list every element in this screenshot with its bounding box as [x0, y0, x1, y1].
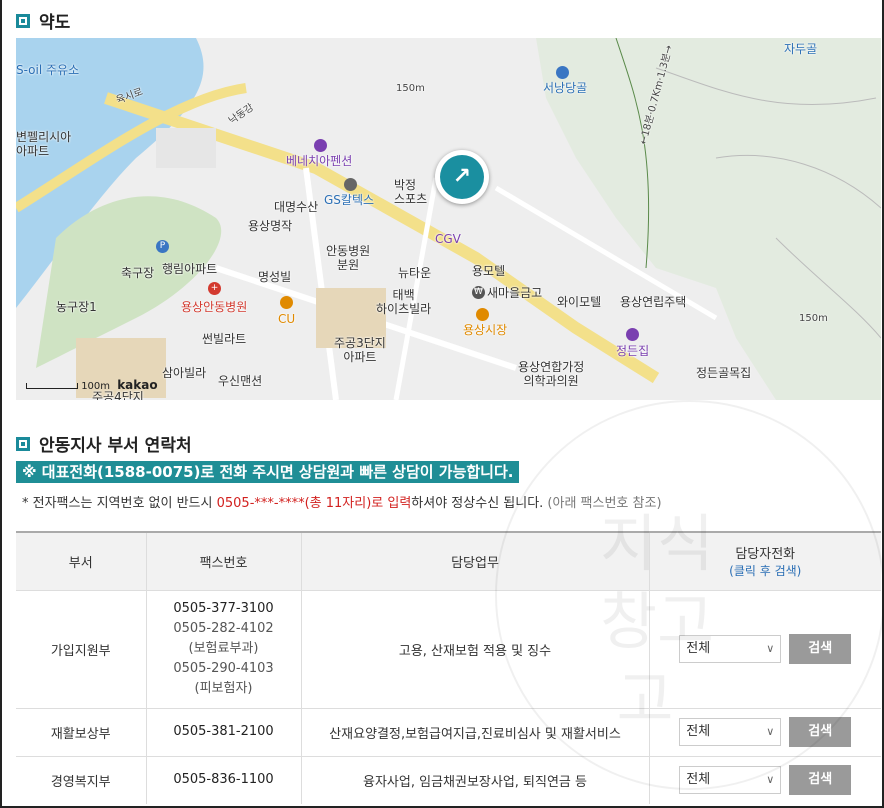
label-seonangdanggol: 서낭당골 [543, 81, 588, 95]
label-altitude-a: 150m [396, 83, 425, 94]
convenience-store-icon [280, 296, 293, 309]
mountain-icon [556, 66, 569, 79]
label-samavilla: 삼아빌라 [162, 366, 207, 380]
search-button[interactable]: 검색 [789, 765, 852, 796]
label-yongsang-myeongjak: 용상명작 [248, 219, 293, 233]
map-view[interactable]: S-oil 주유소 자두골 서낭당골 ←18분·0.7Km·1.3분→ 150m… [16, 38, 881, 400]
header-phone: 담당자전화 (클릭 후 검색) [648, 531, 881, 590]
header-fax: 팩스번호 [145, 531, 301, 590]
label-jeongdeungol: 정든골목집 [696, 366, 752, 380]
efax-note: * 전자팩스는 지역번호 없이 반드시 0505-***-****(총 11자리… [22, 496, 662, 511]
label-motel: 용모텔 [472, 264, 506, 278]
gas-station-icon [344, 178, 357, 191]
chevron-down-icon: ∨ [766, 773, 775, 787]
label-saemaeul: 새마을금고 [487, 286, 543, 300]
label-andong-hospital-branch: 안동병원 분원 [326, 244, 371, 272]
label-cgv: CGV [435, 232, 461, 246]
label-market: 용상시장 [463, 323, 508, 337]
table-row: 가입지원부 0505-377-3100 0505-282-4102 (보험료부과… [16, 589, 881, 708]
kakao-logo: kakao [117, 378, 158, 392]
staff-select[interactable]: 전체 ∨ [679, 766, 782, 795]
label-soil: S-oil 주유소 [16, 63, 80, 77]
square-bullet-icon [16, 436, 30, 451]
label-daemyeong: 대명수산 [274, 200, 319, 214]
location-pin-icon[interactable]: ↗ [435, 150, 489, 204]
table-row: 경영복지부 0505-836-1100 융자사업, 임금채권보장사업, 퇴직연금… [16, 755, 881, 804]
staff-select[interactable]: 전체 ∨ [679, 635, 782, 663]
label-cu: CU [278, 312, 296, 326]
label-usinmansion: 우신맨션 [218, 374, 263, 388]
label-haenglim: 행림아파트 [162, 262, 218, 276]
pension-icon [314, 139, 327, 152]
label-venezia: 베네치아펜션 [286, 154, 353, 168]
square-bullet-icon [16, 13, 30, 28]
label-jugong3: 주공3단지 아파트 [334, 336, 386, 364]
contact-table: 부서 팩스번호 담당업무 담당자전화 (클릭 후 검색) 가입지원부 0505-… [16, 531, 881, 804]
label-yeonrip: 용상연립주택 [620, 295, 687, 309]
label-chukgujang: 축구장 [121, 266, 155, 280]
table-row: 재활보상부 0505-381-2100 산재요양결정,보험급여지급,진료비심사 … [16, 707, 881, 756]
label-jadugol: 자두골 [784, 42, 818, 56]
contact-section-title: 안동지사 부서 연락처 [16, 431, 192, 456]
label-myeongseong: 명성빌 [258, 270, 292, 284]
label-waimotel: 와이모텔 [557, 295, 602, 309]
label-nonggujang: 농구장1 [56, 300, 97, 314]
parking-icon: P [156, 240, 169, 253]
chevron-down-icon: ∨ [766, 725, 775, 738]
restaurant-icon [626, 328, 639, 341]
label-hospital: 용상안동병원 [181, 300, 248, 314]
table-header-row: 부서 팩스번호 담당업무 담당자전화 (클릭 후 검색) [16, 531, 881, 590]
map-background [16, 38, 881, 400]
header-phone-sub: (클릭 후 검색) [729, 564, 802, 579]
bank-icon: ₩ [472, 286, 485, 299]
map-scale: 100m kakao [26, 378, 158, 392]
chevron-down-icon: ∨ [766, 642, 775, 655]
search-button[interactable]: 검색 [789, 634, 852, 664]
search-button[interactable]: 검색 [789, 717, 852, 747]
header-duty: 담당업무 [300, 531, 649, 590]
market-icon [476, 308, 489, 321]
label-philadelphia: 변펠리시아 아파트 [16, 130, 72, 158]
label-gscaltex: GS칼텍스 [324, 193, 375, 207]
label-jeongdeun: 정든집 [616, 344, 650, 358]
representative-phone-banner: ※ 대표전화(1588-0075)로 전화 주시면 상담원과 빠른 상담이 가능… [16, 461, 520, 483]
label-yeonhap-clinic: 용상연합가정 의학과의원 [518, 360, 585, 388]
staff-select[interactable]: 전체 ∨ [679, 718, 782, 746]
map-section-title: 약도 [16, 8, 70, 33]
label-newtown: 뉴타운 [398, 266, 432, 280]
label-altitude-b: 150m [799, 313, 828, 324]
label-park-sports: 박정 스포츠 [394, 178, 428, 206]
scale-bar [26, 383, 78, 389]
label-ssenville: 썬빌라트 [202, 332, 247, 346]
hospital-icon: + [208, 282, 221, 295]
label-taebaek: 태백 하이츠빌라 [376, 288, 432, 316]
header-dept: 부서 [16, 531, 146, 590]
